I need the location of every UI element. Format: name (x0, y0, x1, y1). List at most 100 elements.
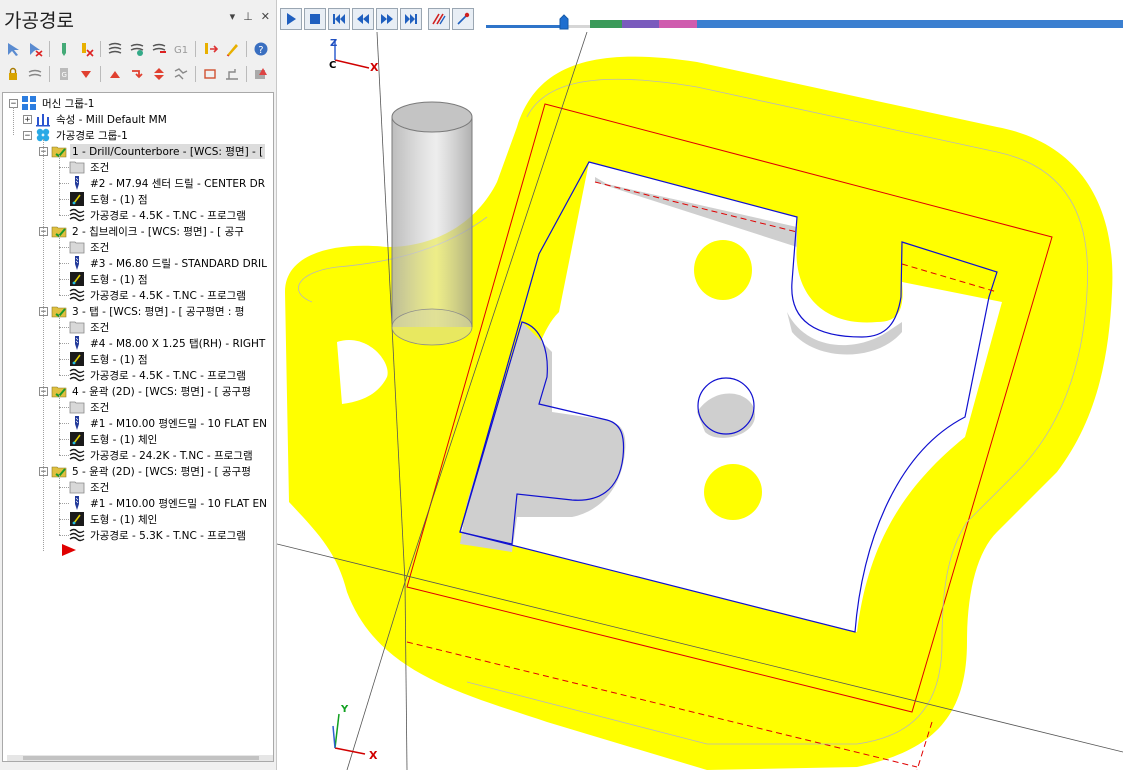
select-icon (8, 43, 19, 56)
tree-connector (59, 455, 69, 456)
slider-thumb[interactable] (559, 14, 569, 30)
tree-node[interactable]: 도형 - (1) 점 (69, 271, 150, 287)
expand-button[interactable] (148, 64, 170, 84)
tool-select-button[interactable] (53, 39, 75, 59)
tree-node[interactable]: #3 - M6.80 드릴 - STANDARD DRIL (69, 255, 269, 271)
tree-node[interactable]: 도형 - (1) 점 (69, 191, 150, 207)
filter-button[interactable] (170, 64, 192, 84)
operation-timeline[interactable] (590, 20, 1123, 28)
tree-connector (59, 475, 60, 535)
toolpath-button[interactable] (104, 39, 126, 59)
pin-icon[interactable]: ⊥ (243, 10, 253, 23)
tree-connector (59, 519, 69, 520)
insert-position-marker[interactable] (61, 543, 77, 560)
timeline-segment[interactable] (621, 20, 660, 28)
g1-button[interactable]: G1 (170, 39, 192, 59)
tree-connector (59, 215, 69, 216)
tree-node[interactable]: + 속성 - Mill Default MM (23, 111, 169, 127)
panel-menu-icon[interactable]: ▾ (230, 10, 236, 23)
timeline-segment[interactable] (590, 20, 622, 28)
help-button[interactable]: ? (250, 39, 272, 59)
operations-tree[interactable]: − 머신 그룹-1 + 속성 - Mill Default MM − 가공경로 그룹-1−… (2, 92, 274, 762)
help-icon: ? (254, 42, 268, 56)
step-back-button[interactable] (352, 8, 374, 30)
tool-display-button[interactable] (452, 8, 474, 30)
tool-cylinder (391, 101, 473, 346)
axis-indicator-top: Z C X (329, 38, 379, 74)
toolbar-row-2: G (2, 63, 272, 85)
axis-x-label-top: X (370, 61, 379, 74)
tree-operation-node[interactable]: −1 - Drill/Counterbore - [WCS: 평면] - [ (39, 143, 266, 159)
crop-button[interactable] (199, 64, 221, 84)
post-button[interactable]: G (53, 64, 75, 84)
tree-node[interactable]: #2 - M7.94 센터 드릴 - CENTER DR (69, 175, 267, 191)
tree-node-label: 가공경로 - 4.5K - T.NC - 프로그램 (90, 289, 246, 302)
tree-node[interactable]: 조건 (69, 399, 111, 415)
close-icon[interactable]: ✕ (261, 10, 270, 23)
deselect-button[interactable] (24, 39, 46, 59)
regen-button[interactable] (126, 39, 148, 59)
geometry-icon (69, 511, 85, 527)
speed-slider[interactable] (486, 25, 590, 28)
tree-node[interactable]: #4 - M8.00 X 1.25 탭(RH) - RIGHT (69, 335, 267, 351)
tree-node[interactable]: 도형 - (1) 체인 (69, 511, 159, 527)
move-up-button[interactable] (104, 64, 126, 84)
timeline-segment[interactable] (696, 20, 1123, 28)
verify-button[interactable] (250, 64, 272, 84)
tree-node[interactable]: 도형 - (1) 점 (69, 351, 150, 367)
tree-node[interactable]: 조건 (69, 239, 111, 255)
tree-operation-node[interactable]: −3 - 탭 - [WCS: 평면] - [ 공구평면 : 평 (39, 303, 246, 319)
tree-operation-node[interactable]: −2 - 칩브레이크 - [WCS: 평면] - [ 공구 (39, 223, 246, 239)
dirty-regen-button[interactable] (148, 39, 170, 59)
graphics-viewport[interactable]: Z C X Y X (277, 32, 1123, 770)
level-button[interactable] (221, 64, 243, 84)
last-button[interactable] (400, 8, 422, 30)
toolpath-toggle-button[interactable] (24, 64, 46, 84)
tree-node[interactable]: #1 - M10.00 평엔드밀 - 10 FLAT EN (69, 415, 269, 431)
tree-node[interactable]: 조건 (69, 159, 111, 175)
tree-node[interactable]: − 가공경로 그룹-1 (23, 127, 130, 143)
toolbar-separator (100, 66, 101, 82)
tree-node[interactable]: 가공경로 - 4.5K - T.NC - 프로그램 (69, 367, 248, 383)
tree-connector (59, 395, 60, 455)
play-button[interactable] (280, 8, 302, 30)
tree-node-label: 조건 (90, 161, 110, 174)
panel-controls[interactable]: ▾ ⊥ ✕ (230, 10, 270, 23)
select-button[interactable] (2, 39, 24, 59)
toolpath-display-button[interactable] (428, 8, 450, 30)
tool-icon (69, 415, 85, 431)
axis-y-label: Y (340, 704, 349, 715)
lock-button[interactable] (2, 64, 24, 84)
tree-node-label: 도형 - (1) 점 (90, 273, 148, 286)
move-down-button[interactable] (75, 64, 97, 84)
horizontal-scrollbar[interactable] (7, 755, 273, 761)
insert-arrow-button[interactable] (126, 64, 148, 84)
stop-button[interactable] (304, 8, 326, 30)
level-icon (226, 69, 238, 80)
move-button[interactable] (199, 39, 221, 59)
first-button[interactable] (328, 8, 350, 30)
tree-node[interactable]: 가공경로 - 5.3K - T.NC - 프로그램 (69, 527, 248, 543)
tree-node[interactable]: 가공경로 - 4.5K - T.NC - 프로그램 (69, 207, 248, 223)
scroll-thumb[interactable] (23, 756, 259, 760)
edit-button[interactable] (221, 39, 243, 59)
tree-node[interactable]: 가공경로 - 4.5K - T.NC - 프로그램 (69, 287, 248, 303)
tree-node[interactable]: #1 - M10.00 평엔드밀 - 10 FLAT EN (69, 495, 269, 511)
tree-node[interactable]: 도형 - (1) 체인 (69, 431, 159, 447)
stop-icon (310, 14, 320, 24)
tree-operation-node[interactable]: −4 - 윤곽 (2D) - [WCS: 평면] - [ 공구평 (39, 383, 253, 399)
expand-toggle[interactable]: + (23, 114, 32, 124)
tree-node-label: 3 - 탭 - [WCS: 평면] - [ 공구평면 : 평 (72, 305, 245, 318)
tree-operation-node[interactable]: −5 - 윤곽 (2D) - [WCS: 평면] - [ 공구평 (39, 463, 253, 479)
axis-indicator-bottom: Y X (332, 704, 378, 762)
step-forward-button[interactable] (376, 8, 398, 30)
tool-deselect-button[interactable] (75, 39, 97, 59)
tree-node[interactable]: 조건 (69, 479, 111, 495)
expand-toggle[interactable]: − (23, 130, 32, 140)
tree-node[interactable]: 가공경로 - 24.2K - T.NC - 프로그램 (69, 447, 255, 463)
timeline-segment[interactable] (659, 20, 697, 28)
tree-node-label: 2 - 칩브레이크 - [WCS: 평면] - [ 공구 (72, 225, 244, 238)
tree-node[interactable]: − 머신 그룹-1 (9, 95, 96, 111)
tree-node[interactable]: 조건 (69, 319, 111, 335)
tool-display-icon (457, 12, 470, 25)
